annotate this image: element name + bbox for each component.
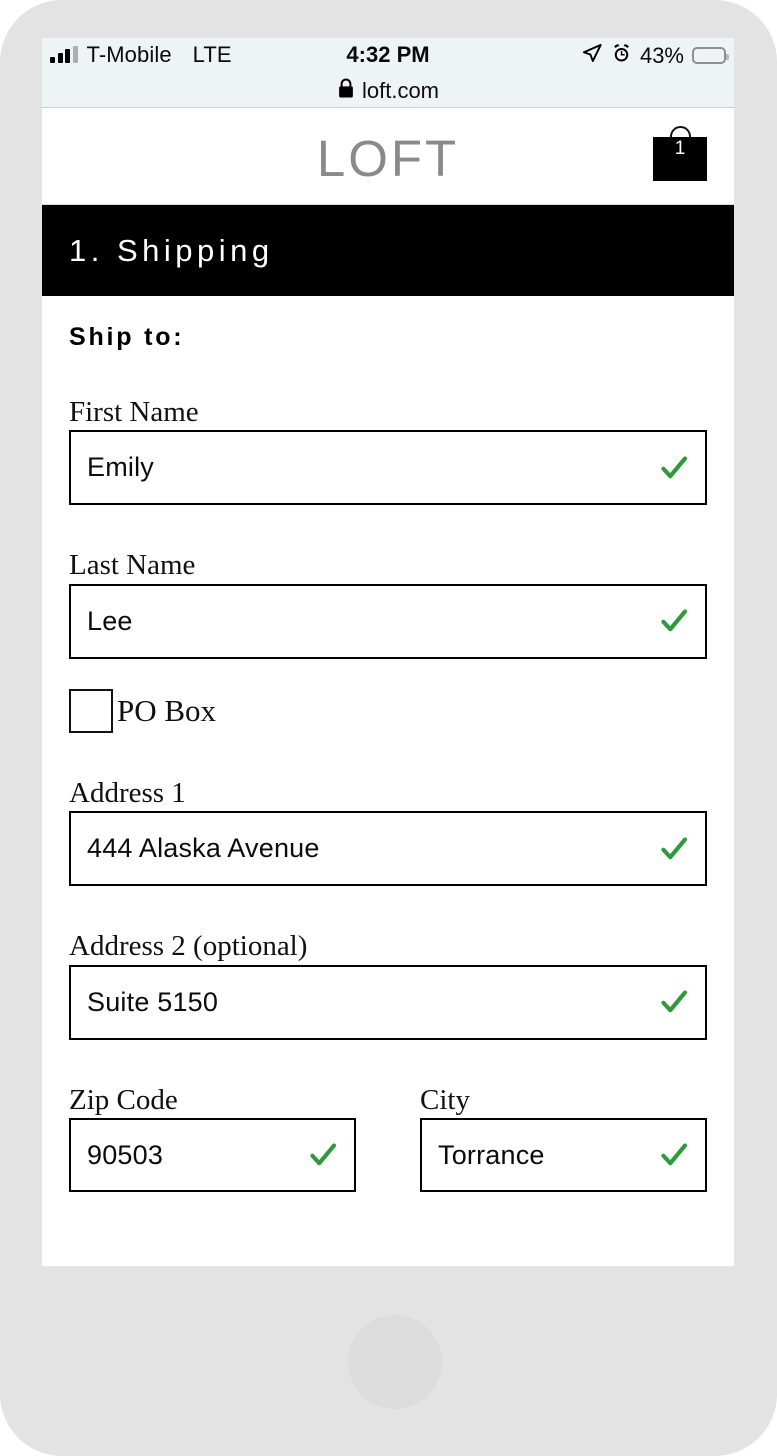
- status-bar-right: 43%: [581, 42, 729, 69]
- first-name-label: First Name: [69, 396, 199, 428]
- first-name-input[interactable]: Emily: [69, 430, 707, 506]
- status-bar: T-Mobile LTE 4:32 PM 43% loft.com: [42, 38, 734, 108]
- field-group-zip-code: Zip Code 90503: [69, 1083, 356, 1193]
- last-name-label: Last Name: [69, 549, 196, 582]
- field-group-first-name: First Name Emily: [69, 396, 707, 506]
- ship-to-heading: Ship to:: [69, 323, 185, 351]
- status-bar-top-row: T-Mobile LTE 4:32 PM 43%: [42, 38, 734, 76]
- zip-code-input[interactable]: 90503: [69, 1118, 356, 1193]
- green-check-icon: [659, 1140, 689, 1170]
- last-name-value: Lee: [87, 605, 133, 636]
- url-text: loft.com: [361, 77, 440, 103]
- shipping-form: Ship to: First Name Emily Last Name Lee …: [42, 323, 734, 1193]
- home-button[interactable]: [348, 1315, 442, 1409]
- field-group-city: City Torrance: [420, 1083, 707, 1193]
- green-check-icon: [659, 453, 689, 483]
- cart-item-count: 1: [674, 138, 686, 159]
- field-group-address-2: Address 2 (optional) Suite 5150: [69, 930, 707, 1040]
- first-name-value: Emily: [87, 452, 154, 483]
- green-check-icon: [659, 834, 689, 864]
- address-2-label: Address 2 (optional): [69, 930, 308, 963]
- phone-frame: T-Mobile LTE 4:32 PM 43% loft.com LOFT 1…: [0, 0, 777, 1456]
- last-name-input[interactable]: Lee: [69, 583, 707, 659]
- step-banner-title: 1. Shipping: [69, 232, 274, 268]
- address-2-value: Suite 5150: [87, 986, 219, 1017]
- address-1-label: Address 1: [69, 776, 186, 809]
- city-value: Torrance: [438, 1139, 545, 1170]
- address-1-value: 444 Alaska Avenue: [87, 833, 320, 864]
- brand-logo[interactable]: LOFT: [42, 129, 734, 188]
- po-box-row[interactable]: PO Box: [69, 688, 707, 733]
- battery-percent-label: 43%: [639, 42, 684, 68]
- city-label: City: [420, 1083, 470, 1116]
- green-check-icon: [308, 1140, 338, 1170]
- field-group-last-name: Last Name Lee: [69, 549, 707, 659]
- battery-icon: [692, 47, 729, 64]
- green-check-icon: [659, 606, 689, 636]
- step-banner-shipping: 1. Shipping: [42, 205, 734, 296]
- alarm-clock-icon: [611, 43, 632, 69]
- address-2-input[interactable]: Suite 5150: [69, 964, 707, 1040]
- url-bar[interactable]: loft.com: [42, 74, 734, 107]
- site-header: LOFT 1: [42, 108, 734, 205]
- city-input[interactable]: Torrance: [420, 1118, 707, 1193]
- po-box-checkbox[interactable]: [69, 688, 113, 733]
- phone-screen: T-Mobile LTE 4:32 PM 43% loft.com LOFT 1…: [42, 38, 734, 1266]
- zip-code-value: 90503: [87, 1139, 164, 1170]
- address-1-input[interactable]: 444 Alaska Avenue: [69, 811, 707, 887]
- lock-icon: [337, 78, 355, 104]
- zip-code-label: Zip Code: [69, 1083, 178, 1116]
- shopping-bag-icon[interactable]: 1: [653, 126, 707, 181]
- zip-city-row: Zip Code 90503 City Torrance: [69, 1083, 707, 1193]
- po-box-label: PO Box: [117, 692, 217, 728]
- green-check-icon: [659, 987, 689, 1017]
- field-group-address-1: Address 1 444 Alaska Avenue: [69, 776, 707, 887]
- location-arrow-icon: [581, 42, 603, 69]
